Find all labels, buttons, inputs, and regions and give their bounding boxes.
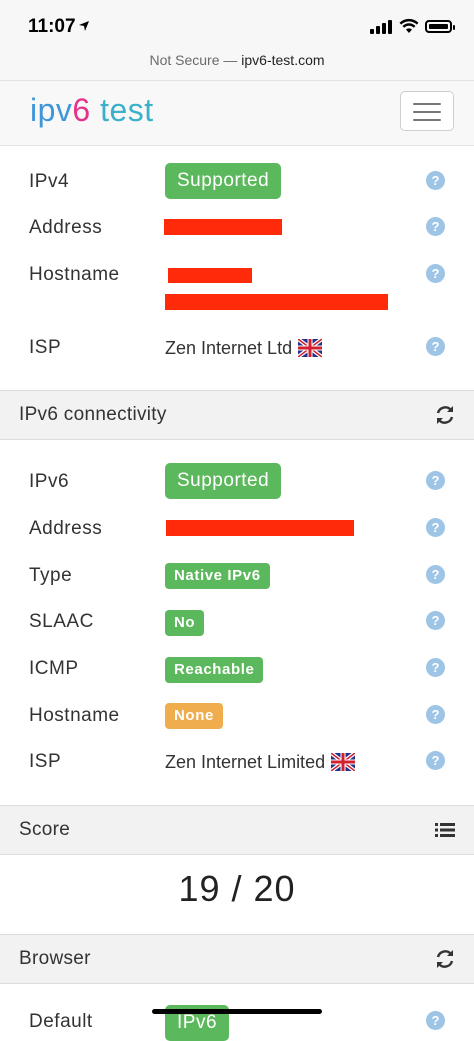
ipv6-isp-help-icon[interactable]: ?	[426, 751, 445, 770]
ipv6-status-badge: Supported	[165, 463, 282, 499]
ipv4-isp-name: Zen Internet Ltd	[165, 338, 293, 358]
address-bar[interactable]: Not Secure — ipv6-test.com	[0, 48, 474, 81]
ipv6-section-header: IPv6 connectivity	[0, 390, 474, 440]
wifi-icon	[399, 18, 419, 33]
slaac-label: SLAAC	[29, 611, 94, 632]
score-value: 19 / 20	[178, 868, 296, 909]
ipv6-type-badge: Native IPv6	[165, 563, 270, 589]
status-time: 11:07	[28, 16, 76, 37]
ipv6-hostname-help-icon[interactable]: ?	[426, 705, 445, 724]
ipv4-hostname-label: Hostname	[29, 264, 120, 285]
uk-flag-icon	[331, 753, 356, 771]
ipv4-isp-value: Zen Internet Ltd	[165, 338, 323, 359]
ipv6-isp-label: ISP	[29, 751, 62, 772]
logo-part-test: test	[90, 92, 154, 128]
logo-part-ipv: ipv	[30, 92, 73, 128]
refresh-icon[interactable]	[434, 404, 456, 426]
icmp-help-icon[interactable]: ?	[426, 658, 445, 677]
icmp-badge: Reachable	[165, 657, 264, 683]
uk-flag-icon	[298, 339, 323, 357]
ipv6-hostname-badge: None	[165, 703, 223, 729]
ipv4-status-badge: Supported	[165, 163, 282, 199]
ipv4-address-help-icon[interactable]: ?	[426, 217, 445, 236]
ipv6-hostname-label: Hostname	[29, 705, 120, 726]
status-bar: 11:07	[0, 0, 474, 50]
slaac-help-icon[interactable]: ?	[426, 611, 445, 630]
redacted-ipv6-address	[166, 520, 354, 536]
url-separator: —	[219, 52, 242, 68]
browser-section-header: Browser	[0, 934, 474, 984]
list-icon[interactable]	[434, 819, 456, 841]
ipv6-help-icon[interactable]: ?	[426, 471, 445, 490]
ipv6-section-title: IPv6 connectivity	[19, 404, 167, 425]
ipv6-isp-name: Zen Internet Limited	[165, 752, 326, 772]
browser-section-title: Browser	[19, 948, 91, 969]
ipv6-label: IPv6	[29, 471, 70, 492]
ipv4-address-label: Address	[29, 217, 103, 238]
location-arrow-icon	[79, 21, 89, 31]
ipv6-isp-value: Zen Internet Limited	[165, 752, 356, 773]
ipv4-help-icon[interactable]: ?	[426, 171, 445, 190]
ipv6-type-help-icon[interactable]: ?	[426, 565, 445, 584]
ipv4-label: IPv4	[29, 171, 70, 192]
ipv4-isp-label: ISP	[29, 337, 62, 358]
security-label: Not Secure	[149, 52, 220, 68]
cellular-signal-icon	[370, 20, 394, 34]
score-section-title: Score	[19, 819, 71, 840]
refresh-icon[interactable]	[434, 948, 456, 970]
url-host: ipv6-test.com	[241, 52, 325, 68]
ipv6-address-help-icon[interactable]: ?	[426, 518, 445, 537]
redacted-hostname-line-1	[168, 268, 252, 283]
redacted-hostname-line-2	[165, 294, 388, 310]
ipv4-hostname-help-icon[interactable]: ?	[426, 264, 445, 283]
hamburger-menu-button[interactable]	[400, 91, 454, 131]
redacted-ipv4-address	[164, 219, 282, 235]
ipv4-isp-help-icon[interactable]: ?	[426, 337, 445, 356]
logo-part-6: 6	[72, 92, 91, 128]
slaac-badge: No	[165, 610, 205, 636]
ipv6-type-label: Type	[29, 565, 73, 586]
site-logo[interactable]: ipv6 test	[30, 92, 154, 129]
home-indicator[interactable]	[152, 1009, 322, 1014]
score-section-header: Score	[0, 805, 474, 855]
ipv6-address-label: Address	[29, 518, 103, 539]
browser-default-help-icon[interactable]: ?	[426, 1011, 445, 1030]
browser-default-label: Default	[29, 1011, 93, 1032]
hamburger-icon	[413, 103, 441, 105]
icmp-label: ICMP	[29, 658, 79, 679]
battery-icon	[425, 20, 455, 33]
